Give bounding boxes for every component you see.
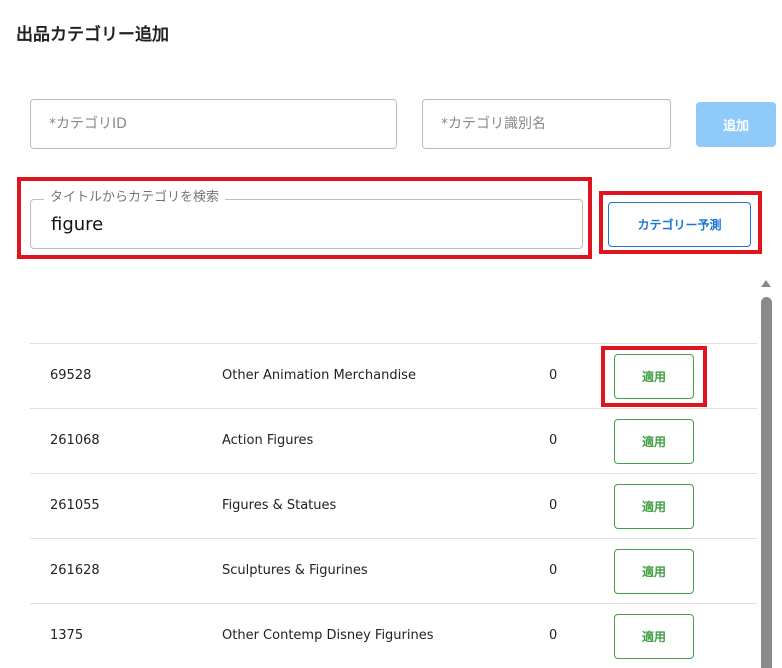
apply-button[interactable]: 適用 xyxy=(614,484,694,529)
highlight-search xyxy=(17,177,592,259)
category-id: 261628 xyxy=(50,563,100,578)
category-name: Action Figures xyxy=(222,433,314,448)
category-id-field[interactable] xyxy=(30,99,397,149)
category-id-input[interactable] xyxy=(31,100,396,148)
scrollbar-thumb[interactable] xyxy=(761,297,772,668)
table-row: 261055 Figures & Statues 0 適用 xyxy=(30,473,757,538)
table-row: 261068 Action Figures 0 適用 xyxy=(30,408,757,473)
table-row: 1375 Other Contemp Disney Figurines 0 適用 xyxy=(30,603,757,668)
table-row: 261628 Sculptures & Figurines 0 適用 xyxy=(30,538,757,603)
apply-button[interactable]: 適用 xyxy=(614,614,694,659)
category-id: 261068 xyxy=(50,433,100,448)
category-name-input[interactable] xyxy=(423,100,670,148)
category-name: Other Animation Merchandise xyxy=(222,368,416,383)
category-id: 261055 xyxy=(50,498,100,513)
category-count: 0 xyxy=(549,433,558,448)
scroll-up-arrow-icon[interactable] xyxy=(761,280,771,287)
category-name-field[interactable] xyxy=(422,99,671,149)
category-name: Sculptures & Figurines xyxy=(222,563,368,578)
add-button[interactable]: 追加 xyxy=(696,102,776,147)
category-count: 0 xyxy=(549,563,558,578)
category-name: Other Contemp Disney Figurines xyxy=(222,628,434,643)
category-name: Figures & Statues xyxy=(222,498,337,513)
apply-button[interactable]: 適用 xyxy=(614,419,694,464)
highlight-predict-button xyxy=(599,191,762,254)
category-count: 0 xyxy=(549,368,558,383)
category-id: 1375 xyxy=(50,628,84,643)
highlight-apply-button xyxy=(601,346,707,407)
category-count: 0 xyxy=(549,498,558,513)
apply-button[interactable]: 適用 xyxy=(614,549,694,594)
category-count: 0 xyxy=(549,628,558,643)
page-title: 出品カテゴリー追加 xyxy=(16,25,169,45)
category-id: 69528 xyxy=(50,368,92,383)
